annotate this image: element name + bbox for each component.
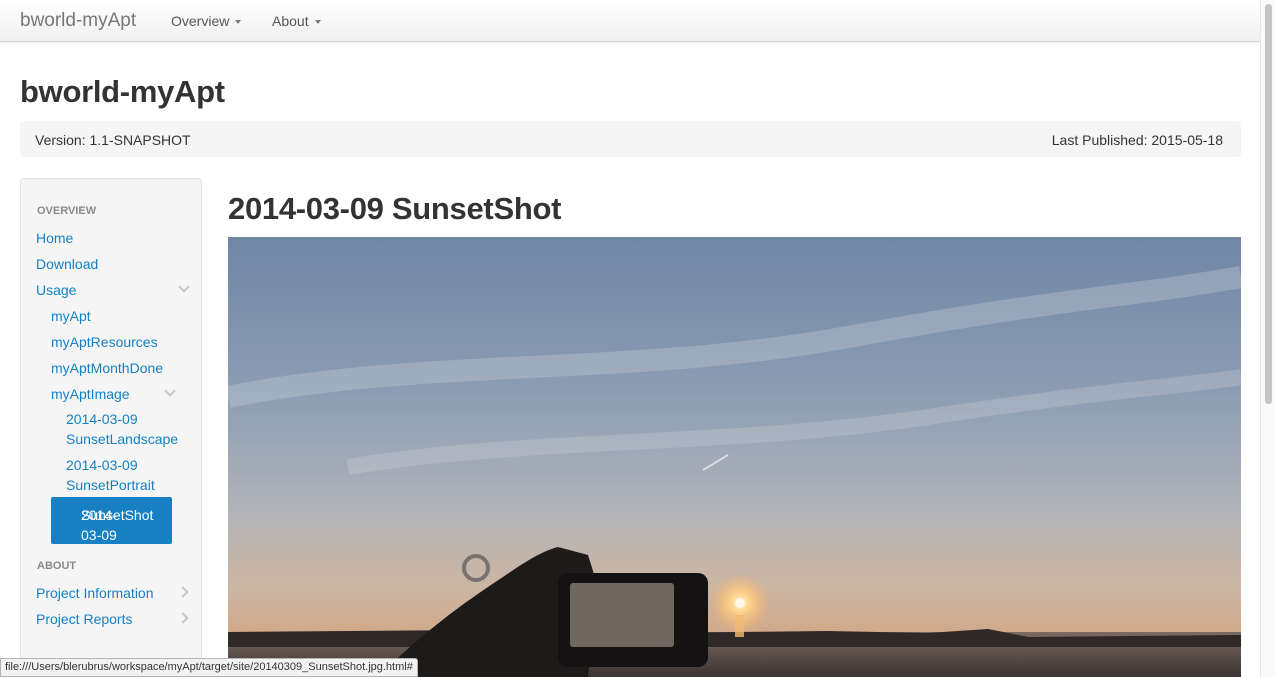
last-published-label: Last Published: 2015-05-18 xyxy=(1051,132,1223,148)
about-nav-header: ABOUT xyxy=(37,560,77,572)
about-menu-label: About xyxy=(272,13,309,29)
about-menu[interactable]: About xyxy=(272,13,321,29)
chevron-down-icon xyxy=(164,385,176,397)
overview-menu-label: Overview xyxy=(171,13,230,29)
sidebar-item-myapt-resources[interactable]: myAptResources xyxy=(51,332,158,352)
breadcrumb-bar: Version: 1.1-SNAPSHOT Last Published: 20… xyxy=(20,121,1241,157)
sidebar-item-sunset-shot-active[interactable]: 2014-03-09 SunsetShot xyxy=(51,497,172,544)
sidebar-item-label: SunsetLandscape xyxy=(66,431,179,447)
chevron-down-icon xyxy=(178,281,190,293)
sidebar-item-myapt-month-done[interactable]: myAptMonthDone xyxy=(51,358,163,378)
page-heading: 2014-03-09 SunsetShot xyxy=(228,191,562,226)
sunset-photo-image xyxy=(228,237,1241,677)
overview-menu[interactable]: Overview xyxy=(171,13,242,29)
sidebar-item-sunset-landscape[interactable]: 2014-03-09 SunsetLandscape xyxy=(66,409,178,449)
sunset-photo xyxy=(228,237,1241,677)
sidebar-item-date: 2014-03-09 xyxy=(66,457,138,473)
caret-down-icon xyxy=(235,20,242,25)
sidebar: OVERVIEW Home Download Usage myApt myApt… xyxy=(20,178,202,677)
site-title: bworld-myApt xyxy=(20,74,225,109)
sidebar-item-date: 2014-03-09 xyxy=(66,411,138,427)
sidebar-item-label: SunsetShot xyxy=(81,507,154,523)
version-label: Version: 1.1-SNAPSHOT xyxy=(35,132,191,148)
sidebar-item-myapt[interactable]: myApt xyxy=(51,306,91,326)
chevron-right-icon xyxy=(177,586,189,598)
status-bar-url: file:///Users/blerubrus/workspace/myApt/… xyxy=(0,658,418,677)
sidebar-item-home[interactable]: Home xyxy=(36,228,73,248)
sidebar-item-myapt-image[interactable]: myAptImage xyxy=(51,384,130,404)
sidebar-item-usage[interactable]: Usage xyxy=(36,280,76,300)
sidebar-item-download[interactable]: Download xyxy=(36,254,98,274)
overview-nav-header: OVERVIEW xyxy=(37,205,97,217)
caret-down-icon xyxy=(314,20,321,25)
chevron-right-icon xyxy=(177,612,189,624)
sidebar-item-sunset-portrait[interactable]: 2014-03-09 SunsetPortrait xyxy=(66,455,155,495)
sidebar-item-project-reports[interactable]: Project Reports xyxy=(36,609,132,629)
brand-link[interactable]: bworld-myApt xyxy=(20,10,136,32)
top-navbar: bworld-myApt Overview About xyxy=(0,0,1260,42)
sidebar-item-label: SunsetPortrait xyxy=(66,477,155,493)
sidebar-item-project-information[interactable]: Project Information xyxy=(36,583,154,603)
scrollbar-thumb[interactable] xyxy=(1265,4,1272,404)
page-scrollbar[interactable] xyxy=(1260,0,1275,677)
